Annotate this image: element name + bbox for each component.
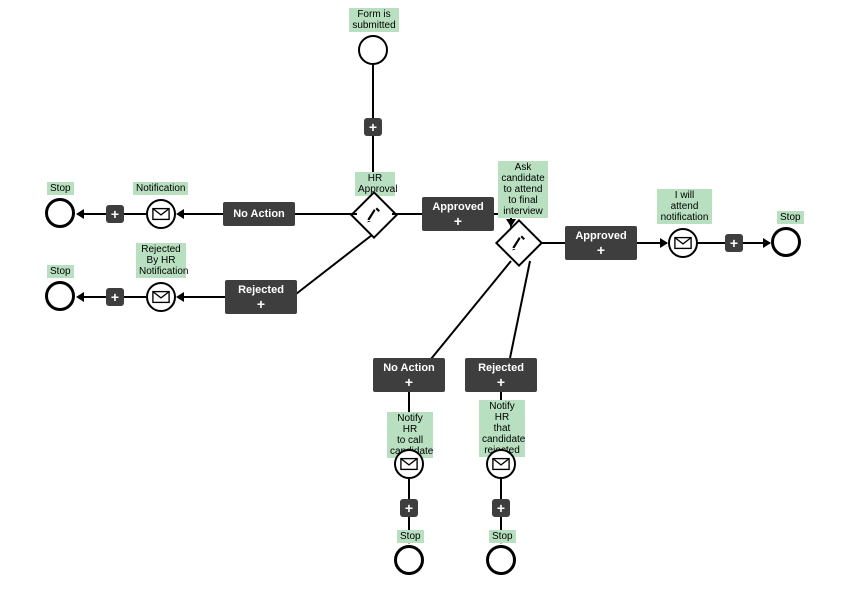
stop-event-5[interactable]	[771, 227, 801, 257]
plus-icon[interactable]: +	[492, 499, 510, 517]
connector	[392, 213, 422, 215]
plus-icon[interactable]: +	[106, 205, 124, 223]
action-label: Approved	[575, 230, 626, 242]
gateway-ask-candidate-label: Ask candidate to attend to final intervi…	[498, 161, 548, 218]
notification-icon[interactable]	[146, 199, 176, 229]
action-approved-2[interactable]: Approved +	[565, 226, 637, 260]
stop-label-5: Stop	[777, 211, 804, 224]
plus-icon[interactable]: +	[400, 499, 418, 517]
stop-label-1: Stop	[47, 182, 74, 195]
arrow-icon	[76, 292, 84, 302]
connector	[540, 242, 565, 244]
plus-icon[interactable]: +	[725, 234, 743, 252]
arrow-icon	[176, 292, 184, 302]
stop-event-4[interactable]	[486, 545, 516, 575]
stop-label-3: Stop	[397, 530, 424, 543]
plus-icon: +	[405, 375, 413, 389]
connector	[184, 296, 225, 298]
action-no-action-2[interactable]: No Action +	[373, 358, 445, 392]
notification-label: Notification	[133, 182, 188, 195]
gateway-hr-approval[interactable]	[350, 191, 398, 239]
will-attend-label: I will attend notification	[657, 189, 712, 224]
rejected-hr-label: Rejected By HR Notification	[136, 243, 186, 278]
start-event-label: Form is submitted	[349, 8, 399, 32]
action-approved-1[interactable]: Approved +	[422, 197, 494, 231]
connector	[295, 213, 357, 215]
stop-label-2: Stop	[47, 265, 74, 278]
notification-icon[interactable]	[668, 228, 698, 258]
action-no-action-1[interactable]: No Action	[223, 202, 295, 226]
action-rejected-2[interactable]: Rejected +	[465, 358, 537, 392]
action-rejected-1[interactable]: Rejected +	[225, 280, 297, 314]
plus-icon: +	[454, 214, 462, 228]
action-label: Rejected	[238, 284, 284, 296]
connector	[0, 0, 841, 605]
notification-icon[interactable]	[146, 282, 176, 312]
stop-event-2[interactable]	[45, 281, 75, 311]
arrow-icon	[76, 209, 84, 219]
arrow-icon	[660, 238, 668, 248]
plus-icon: +	[597, 243, 605, 257]
gateway-ask-candidate[interactable]	[495, 219, 543, 267]
stop-event-3[interactable]	[394, 545, 424, 575]
arrow-icon	[176, 209, 184, 219]
plus-icon[interactable]: +	[364, 118, 382, 136]
action-label: No Action	[383, 362, 435, 374]
plus-icon: +	[497, 375, 505, 389]
plus-icon: +	[257, 297, 265, 311]
arrow-icon	[763, 238, 771, 248]
stop-event-1[interactable]	[45, 198, 75, 228]
stop-label-4: Stop	[489, 530, 516, 543]
notification-icon[interactable]	[486, 449, 516, 479]
start-event[interactable]	[358, 35, 388, 65]
action-label: No Action	[233, 208, 285, 220]
action-label: Rejected	[478, 362, 524, 374]
action-label: Approved	[432, 201, 483, 213]
plus-icon[interactable]: +	[106, 288, 124, 306]
connector	[184, 213, 223, 215]
notification-icon[interactable]	[394, 449, 424, 479]
